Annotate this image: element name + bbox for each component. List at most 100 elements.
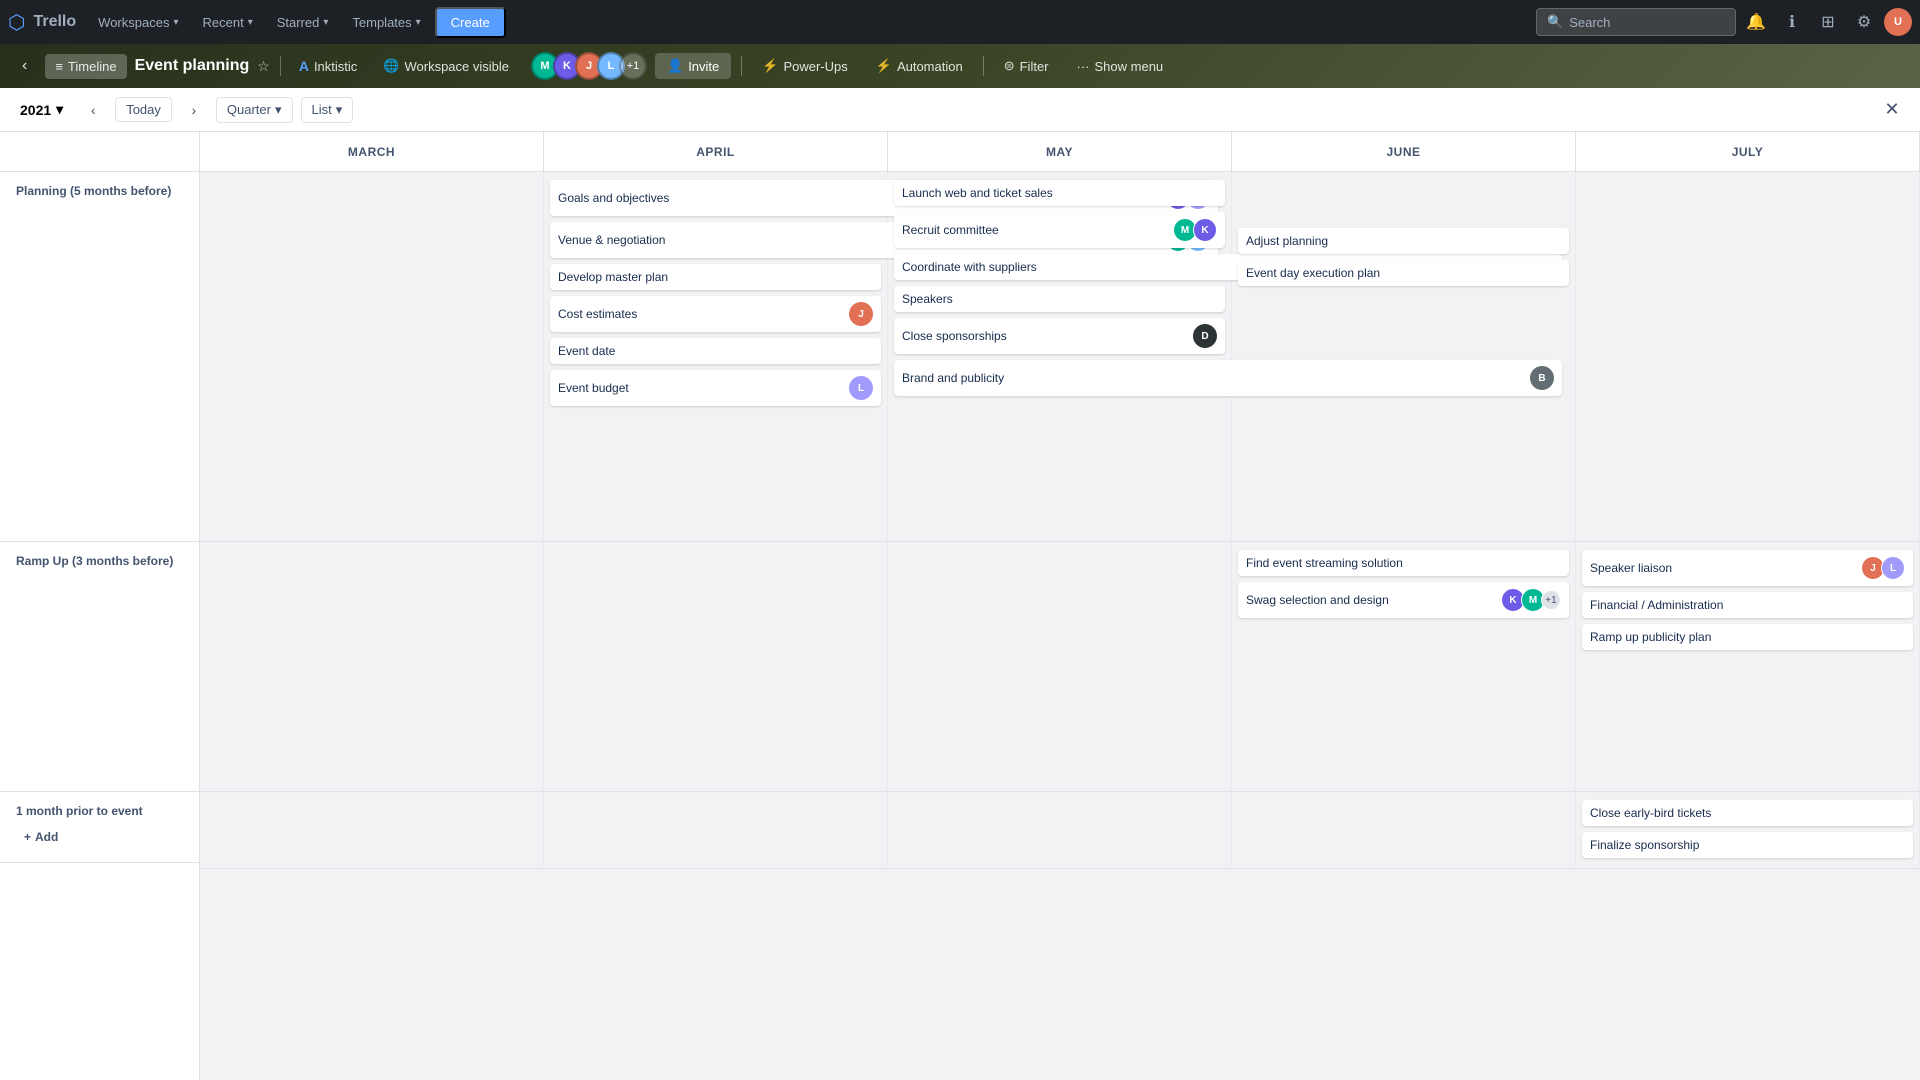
globe-icon: 🌐 <box>383 58 399 74</box>
avatar-cost: J <box>849 302 873 326</box>
plus-icon: + <box>24 830 31 844</box>
close-timeline-button[interactable]: ✕ <box>1876 94 1908 126</box>
starred-menu[interactable]: Starred ▾ <box>267 9 339 36</box>
row-labels: Planning (5 months before) Ramp Up (3 mo… <box>0 132 200 1080</box>
timeline-body: Goals and objectives K L Venue & negotia… <box>200 172 1920 869</box>
workspaces-chevron-icon: ▾ <box>173 17 178 28</box>
cell-ramp-july: Speaker liaison J L Financial / Administ… <box>1576 542 1920 791</box>
card-launch[interactable]: Launch web and ticket sales <box>894 180 1225 206</box>
timeline-view-button[interactable]: ≡ Timeline <box>45 54 126 79</box>
power-ups-button[interactable]: ⚡ Power-Ups <box>752 53 857 79</box>
workspace-tag[interactable]: A Inktistic <box>291 54 365 78</box>
card-speaker-liaison[interactable]: Speaker liaison J L <box>1582 550 1913 586</box>
quarter-chevron-icon: ▾ <box>275 102 282 118</box>
avatar-r2: K <box>1193 218 1217 242</box>
cell-month-april <box>544 792 888 868</box>
automation-button[interactable]: ⚡ Automation <box>866 53 973 79</box>
quarter-view-selector[interactable]: Quarter ▾ <box>216 97 293 123</box>
workspace-icon: A <box>299 58 309 74</box>
year-selector[interactable]: 2021 ▾ <box>12 97 71 122</box>
top-navigation: ⬡ Trello Workspaces ▾ Recent ▾ Starred ▾… <box>0 0 1920 44</box>
divider2 <box>741 56 742 76</box>
card-recruit[interactable]: Recruit committee M K <box>894 212 1225 248</box>
list-view-selector[interactable]: List ▾ <box>301 97 354 123</box>
show-menu-button[interactable]: ··· Show menu <box>1067 54 1174 79</box>
card-budget[interactable]: Event budget L <box>550 370 881 406</box>
search-icon: 🔍 <box>1547 14 1563 30</box>
card-ramp-publicity[interactable]: Ramp up publicity plan <box>1582 624 1913 650</box>
avatar-budget: L <box>849 376 873 400</box>
timeline-icon: ≡ <box>55 59 63 74</box>
liaison-avatars: J L <box>1861 556 1905 580</box>
cell-ramp-june: Find event streaming solution Swag selec… <box>1232 542 1576 791</box>
months-area: MARCH APRIL MAY JUNE JULY Goals and obje… <box>200 132 1920 1080</box>
recruit-avatars: M K <box>1173 218 1217 242</box>
cell-ramp-march <box>200 542 544 791</box>
create-button[interactable]: Create <box>435 7 506 38</box>
notification-icon[interactable]: 🔔 <box>1740 6 1772 38</box>
recent-chevron-icon: ▾ <box>248 17 253 28</box>
trello-logo-icon: ⬡ <box>8 10 25 35</box>
card-event-date[interactable]: Event date <box>550 338 881 364</box>
month-header-june: JUNE <box>1232 132 1576 171</box>
card-adjust[interactable]: Adjust planning <box>1238 228 1569 254</box>
next-arrow[interactable]: › <box>180 96 208 124</box>
row-label-month-prior: 1 month prior to event + Add <box>0 792 199 863</box>
cell-month-may <box>888 792 1232 868</box>
starred-chevron-icon: ▾ <box>323 17 328 28</box>
card-streaming[interactable]: Find event streaming solution <box>1238 550 1569 576</box>
divider3 <box>983 56 984 76</box>
search-box[interactable]: 🔍 Search <box>1536 8 1736 36</box>
months-header: MARCH APRIL MAY JUNE JULY <box>200 132 1920 172</box>
person-add-icon: 👤 <box>667 58 683 74</box>
swag-avatars: K M +1 <box>1501 588 1561 612</box>
card-develop[interactable]: Develop master plan <box>550 264 881 290</box>
auto-icon: ⚡ <box>876 58 892 74</box>
invite-button[interactable]: 👤 Invite <box>655 53 731 79</box>
filter-icon: ⊜ <box>1004 58 1015 74</box>
workspaces-menu[interactable]: Workspaces ▾ <box>88 9 188 36</box>
cell-planning-may: Launch web and ticket sales Recruit comm… <box>888 172 1232 541</box>
templates-menu[interactable]: Templates ▾ <box>342 9 430 36</box>
board-title: Event planning <box>135 57 250 75</box>
cell-planning-april: Goals and objectives K L Venue & negotia… <box>544 172 888 541</box>
templates-chevron-icon: ▾ <box>416 17 421 28</box>
card-cost[interactable]: Cost estimates J <box>550 296 881 332</box>
card-close-spons[interactable]: Close sponsorships D <box>894 318 1225 354</box>
recent-menu[interactable]: Recent ▾ <box>192 9 262 36</box>
back-button[interactable]: ‹ <box>12 52 37 80</box>
row-label-planning: Planning (5 months before) <box>0 172 199 542</box>
card-swag[interactable]: Swag selection and design K M +1 <box>1238 582 1569 618</box>
add-row-button[interactable]: + Add <box>16 824 66 850</box>
workspace-visible-button[interactable]: 🌐 Workspace visible <box>373 53 519 79</box>
cell-planning-march <box>200 172 544 541</box>
card-eventday[interactable]: Event day execution plan <box>1238 260 1569 286</box>
board-navigation: ‹ ≡ Timeline Event planning ☆ A Inktisti… <box>0 44 1920 88</box>
divider <box>280 56 281 76</box>
card-speakers[interactable]: Speakers <box>894 286 1225 312</box>
list-chevron-icon: ▾ <box>336 102 343 118</box>
cell-ramp-april <box>544 542 888 791</box>
user-avatar[interactable]: U <box>1884 8 1912 36</box>
swag-count: +1 <box>1541 590 1561 610</box>
board-members: M K J L +1 <box>531 52 647 80</box>
row-month-prior: Close early-bird tickets Finalize sponso… <box>200 792 1920 869</box>
settings-icon[interactable]: ⚙ <box>1848 6 1880 38</box>
member-count-badge[interactable]: +1 <box>619 52 647 80</box>
today-button[interactable]: Today <box>115 97 172 122</box>
info-icon[interactable]: ℹ <box>1776 6 1808 38</box>
card-finalize[interactable]: Finalize sponsorship <box>1582 832 1913 858</box>
prev-arrow[interactable]: ‹ <box>79 96 107 124</box>
card-financial[interactable]: Financial / Administration <box>1582 592 1913 618</box>
cell-month-july: Close early-bird tickets Finalize sponso… <box>1576 792 1920 868</box>
row-ramp: Find event streaming solution Swag selec… <box>200 542 1920 792</box>
row-planning: Goals and objectives K L Venue & negotia… <box>200 172 1920 542</box>
star-icon[interactable]: ☆ <box>257 58 270 75</box>
card-early-bird[interactable]: Close early-bird tickets <box>1582 800 1913 826</box>
filter-button[interactable]: ⊜ Filter <box>994 53 1059 79</box>
cell-ramp-may <box>888 542 1232 791</box>
cell-planning-july <box>1576 172 1920 541</box>
month-header-may: MAY <box>888 132 1232 171</box>
menu-icon: ··· <box>1077 59 1090 74</box>
apps-icon[interactable]: ⊞ <box>1812 6 1844 38</box>
